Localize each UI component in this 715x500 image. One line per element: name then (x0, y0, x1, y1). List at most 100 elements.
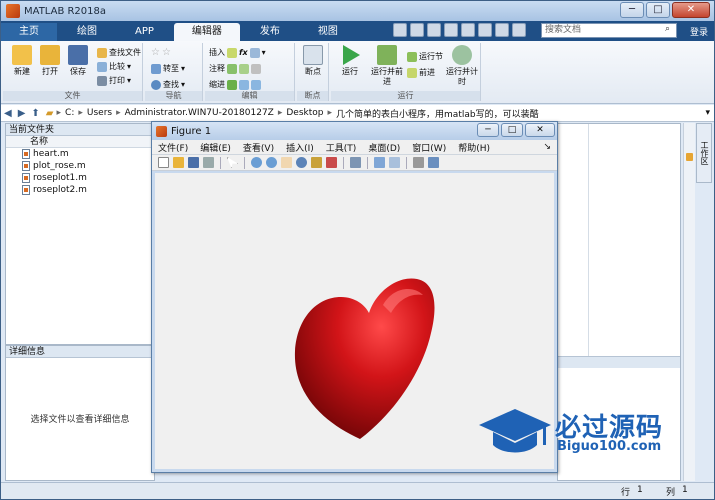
back-star-icon: ☆ (151, 47, 160, 58)
indent-button[interactable]: 缩进 (209, 79, 261, 91)
workspace-tab[interactable]: 工作区 (696, 123, 712, 183)
tab-publish[interactable]: 发布 (242, 23, 298, 41)
paste-icon[interactable] (444, 23, 458, 37)
maximize-button[interactable]: □ (646, 2, 670, 18)
editor-ribbon: 新建 打开 保存 查找文件 比较 ▾ 打印 ▾ 文件 ☆ ☆ 转至 ▾ 查找 ▾… (1, 41, 714, 104)
new-figure-icon[interactable] (158, 157, 169, 168)
tab-apps[interactable]: APP (117, 23, 172, 41)
floppy-disk-icon (68, 45, 88, 65)
open-button[interactable]: 打开 (35, 45, 65, 77)
figure-logo-icon (156, 125, 167, 137)
status-bar: 行 1 列 1 (1, 482, 714, 499)
save-icon[interactable] (393, 23, 407, 37)
undo-icon[interactable] (461, 23, 475, 37)
run-button[interactable]: 运行 (335, 45, 365, 77)
breadcrumb-folder[interactable]: 几个简单的表白小程序，用matlab写的，可以装酷 (336, 107, 539, 120)
breadcrumb-desktop[interactable]: Desktop (286, 108, 323, 118)
search-icon[interactable]: ⌕ (665, 24, 670, 34)
breadcrumb-drive[interactable]: C: (65, 108, 74, 118)
menu-file[interactable]: 文件(F) (158, 141, 188, 154)
open-file-icon[interactable] (173, 157, 184, 168)
close-button[interactable]: ✕ (672, 2, 710, 18)
sign-in-link[interactable]: 登录 (690, 25, 708, 38)
breakpoints-group: 断点 断点 (297, 43, 329, 101)
redo-icon[interactable] (478, 23, 492, 37)
list-item[interactable]: plot_rose.m (6, 160, 154, 172)
rotate-3d-icon[interactable] (296, 157, 307, 168)
tab-editor[interactable]: 编辑器 (173, 23, 240, 41)
menu-help[interactable]: 帮助(H) (458, 141, 490, 154)
increase-indent-icon (239, 80, 249, 90)
pan-hand-icon[interactable] (281, 157, 292, 168)
name-column-header[interactable]: 名称 (6, 136, 154, 148)
menu-insert[interactable]: 插入(I) (286, 141, 314, 154)
print-figure-icon[interactable] (203, 157, 214, 168)
edit-plot-icon[interactable] (227, 157, 238, 168)
print-button[interactable]: 打印 ▾ (97, 75, 131, 87)
switch-windows-icon[interactable] (495, 23, 509, 37)
menu-edit[interactable]: 编辑(E) (200, 141, 231, 154)
hide-plot-tools-icon[interactable] (413, 157, 424, 168)
tab-home[interactable]: 主页 (1, 23, 57, 41)
back-arrow-icon[interactable]: ◀ (4, 108, 12, 119)
list-item[interactable]: roseplot2.m (6, 184, 154, 196)
figure-close-button[interactable]: ✕ (525, 123, 555, 137)
find-files-button[interactable]: 查找文件 (97, 47, 141, 59)
zoom-in-icon[interactable] (251, 157, 262, 168)
copy-icon[interactable] (427, 23, 441, 37)
row-label: 行 (621, 488, 631, 498)
browse-folder-icon[interactable]: ▰ (46, 108, 54, 119)
menu-view[interactable]: 查看(V) (243, 141, 274, 154)
data-cursor-icon[interactable] (311, 157, 322, 168)
run-section-button[interactable]: 运行节 (407, 51, 443, 63)
menu-desktop[interactable]: 桌面(D) (368, 141, 400, 154)
search-documentation-input[interactable]: 搜索文档 (541, 23, 677, 38)
run-and-advance-button[interactable]: 运行并前进 (369, 45, 405, 87)
menu-tools[interactable]: 工具(T) (326, 141, 357, 154)
address-dropdown-icon[interactable]: ▾ (705, 108, 710, 118)
up-folder-icon[interactable]: ⬆ (31, 108, 39, 119)
tab-plots[interactable]: 绘图 (59, 23, 115, 41)
new-button[interactable]: 新建 (7, 45, 37, 77)
goto-button[interactable]: 转至 ▾ (151, 63, 185, 75)
list-item[interactable]: roseplot1.m (6, 172, 154, 184)
forward-arrow-icon[interactable]: ▶ (18, 108, 26, 119)
save-figure-icon[interactable] (188, 157, 199, 168)
insert-button[interactable]: 插入 fx ▾ (209, 47, 266, 59)
figure-minimize-button[interactable]: ─ (477, 123, 499, 137)
help-icon[interactable] (512, 23, 526, 37)
compare-button[interactable]: 比较 ▾ (97, 61, 131, 73)
minimize-button[interactable]: ─ (620, 2, 644, 18)
breakpoints-button[interactable]: 断点 (298, 45, 328, 77)
cut-icon[interactable] (410, 23, 424, 37)
comment-button[interactable]: 注释 (209, 63, 261, 75)
find-button[interactable]: 查找 ▾ (151, 79, 185, 91)
compare-icon (97, 62, 107, 72)
forward-star-icon: ☆ (161, 47, 171, 58)
scroll-marker[interactable] (686, 153, 693, 161)
menu-window[interactable]: 窗口(W) (412, 141, 446, 154)
watermark-subtitle: Biguo100.com (557, 439, 662, 454)
current-folder-title: 当前文件夹 (6, 124, 154, 136)
legend-icon[interactable] (389, 157, 400, 168)
list-item[interactable]: heart.m (6, 148, 154, 160)
breadcrumb-users[interactable]: Users (87, 108, 112, 118)
row-value: 1 (637, 485, 643, 495)
insert-icon (227, 48, 237, 58)
save-button[interactable]: 保存 (63, 45, 93, 77)
colorbar-icon[interactable] (374, 157, 385, 168)
brush-icon[interactable] (326, 157, 337, 168)
breadcrumb-user[interactable]: Administrator.WIN7U-20180127Z (125, 108, 274, 118)
breakpoint-icon (303, 45, 323, 65)
back-forward-buttons[interactable]: ☆ ☆ (151, 47, 171, 59)
tab-view[interactable]: 视图 (300, 23, 356, 41)
panel-splitter[interactable] (558, 356, 680, 368)
run-and-time-button[interactable]: 运行并计时 (445, 45, 479, 87)
advance-button[interactable]: 前进 (407, 67, 435, 79)
show-plot-tools-icon[interactable] (428, 157, 439, 168)
dock-arrow-icon[interactable]: ↘ (543, 142, 551, 152)
zoom-out-icon[interactable] (266, 157, 277, 168)
figure-maximize-button[interactable]: □ (501, 123, 523, 137)
fx-button[interactable]: fx (239, 47, 248, 59)
link-plot-icon[interactable] (350, 157, 361, 168)
